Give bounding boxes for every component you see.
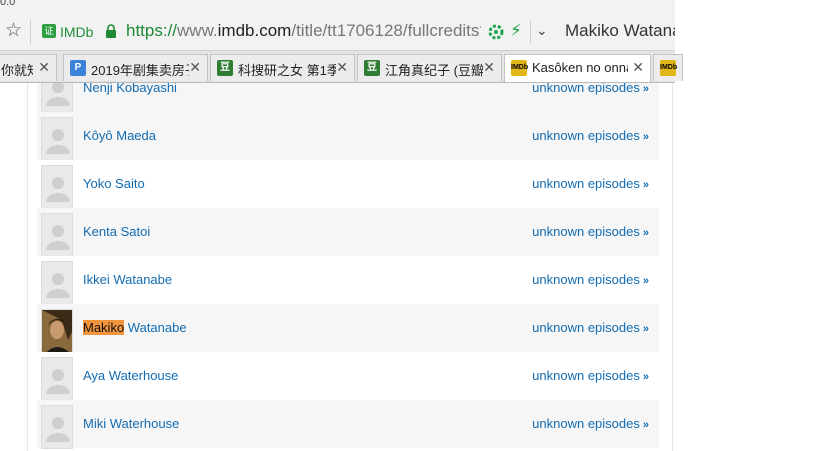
episodes-link[interactable]: unknown episodes» — [532, 224, 649, 239]
site-badge-icon: 证 — [42, 24, 56, 38]
episodes-link[interactable]: unknown episodes» — [532, 368, 649, 383]
cast-row: Yoko Saito unknown episodes» — [37, 160, 659, 209]
cast-name-link[interactable]: Miki Waterhouse — [83, 416, 179, 431]
avatar-placeholder-icon[interactable] — [41, 83, 73, 113]
tab-bar: 你就知 ✕ P 2019年剧集卖房子 ✕ 豆 科搜研之女 第1季 ✕ 豆 江角真… — [0, 51, 683, 83]
episodes-link[interactable]: unknown episodes» — [532, 416, 649, 431]
cast-row: Makiko Watanabe unknown episodes» — [37, 304, 659, 353]
episodes-link[interactable]: unknown episodes» — [532, 128, 649, 143]
tab-4[interactable]: 豆 江角真纪子 (豆瓣) ✕ — [357, 54, 502, 81]
episodes-text: unknown episodes — [532, 224, 640, 239]
close-icon[interactable]: ✕ — [336, 59, 348, 76]
cast-row: Kenta Satoi unknown episodes» — [37, 208, 659, 257]
search-highlight: Makiko — [83, 320, 125, 335]
close-icon[interactable]: ✕ — [38, 59, 50, 76]
cast-list: Nenji Kobayashi unknown episodes» Kôyô M… — [37, 83, 659, 449]
tab-title: 江角真纪子 (豆瓣) — [385, 63, 483, 78]
episodes-text: unknown episodes — [532, 368, 640, 383]
avatar-placeholder-icon[interactable] — [41, 213, 73, 257]
episodes-link[interactable]: unknown episodes» — [532, 320, 649, 335]
top-fragment-text: 0.0 — [0, 0, 16, 8]
episodes-text: unknown episodes — [532, 272, 640, 287]
avatar-placeholder-icon[interactable] — [41, 165, 73, 209]
cast-row: Aya Waterhouse unknown episodes» — [37, 352, 659, 401]
close-icon[interactable]: ✕ — [483, 59, 495, 76]
url-scheme: https:// — [126, 21, 178, 40]
bookmark-star-icon[interactable]: ☆ — [5, 21, 22, 41]
double-chevron-down-icon: » — [642, 227, 649, 239]
page-content: Nenji Kobayashi unknown episodes» Kôyô M… — [0, 83, 675, 451]
double-chevron-down-icon: » — [642, 275, 649, 287]
tab-1[interactable]: 你就知 ✕ — [0, 54, 57, 81]
episodes-text: unknown episodes — [532, 83, 640, 95]
toolbar-divider — [30, 20, 31, 44]
tab-title: Kasôken no onna — [532, 60, 628, 75]
episodes-link[interactable]: unknown episodes» — [532, 83, 649, 95]
address-bar[interactable]: ☆ 证 IMDb https://www.imdb.com/title/tt17… — [0, 14, 675, 51]
tab-5-active[interactable]: IMDb Kasôken no onna ✕ — [504, 54, 651, 82]
cast-name-link[interactable]: Kôyô Maeda — [83, 128, 156, 143]
tab-2[interactable]: P 2019年剧集卖房子 ✕ — [63, 54, 208, 81]
avatar-photo[interactable] — [41, 309, 73, 353]
double-chevron-down-icon: » — [642, 131, 649, 143]
site-name: IMDb — [60, 24, 94, 40]
episodes-text: unknown episodes — [532, 416, 640, 431]
tab-3[interactable]: 豆 科搜研之女 第1季 ✕ — [210, 54, 355, 81]
double-chevron-down-icon: » — [642, 83, 649, 95]
imdb-icon: IMDb — [660, 60, 677, 76]
cast-row: Ikkei Watanabe unknown episodes» — [37, 256, 659, 305]
cast-name-link[interactable]: Makiko Watanabe — [83, 320, 187, 335]
cast-name-link[interactable]: Yoko Saito — [83, 176, 145, 191]
episodes-text: unknown episodes — [532, 128, 640, 143]
lightning-icon[interactable]: ⚡ — [510, 22, 522, 40]
cast-row: Kôyô Maeda unknown episodes» — [37, 112, 659, 161]
episodes-link[interactable]: unknown episodes» — [532, 176, 649, 191]
avatar-placeholder-icon[interactable] — [41, 405, 73, 449]
tab-6[interactable]: IMDb — [653, 54, 683, 81]
close-icon[interactable]: ✕ — [632, 59, 644, 76]
tab-title: 你就知 — [1, 63, 33, 78]
window-top-strip: 0.0 — [0, 0, 675, 14]
avatar-placeholder-icon[interactable] — [41, 261, 73, 305]
tab-title: 科搜研之女 第1季 — [238, 63, 336, 78]
cast-row: Miki Waterhouse unknown episodes» — [37, 400, 659, 449]
episodes-link[interactable]: unknown episodes» — [532, 272, 649, 287]
double-chevron-down-icon: » — [642, 179, 649, 191]
cast-name-link[interactable]: Ikkei Watanabe — [83, 272, 172, 287]
url-host-prefix: www. — [177, 21, 218, 40]
cast-name-rest: Watanabe — [124, 320, 187, 335]
cast-name-link[interactable]: Kenta Satoi — [83, 224, 150, 239]
cast-name-link[interactable]: Nenji Kobayashi — [83, 83, 177, 95]
douban-icon: 豆 — [364, 60, 380, 76]
toolbar-divider — [530, 20, 531, 44]
double-chevron-down-icon: » — [642, 323, 649, 335]
url-field[interactable]: https://www.imdb.com/title/tt1706128/ful… — [126, 21, 481, 41]
close-icon[interactable]: ✕ — [189, 59, 201, 76]
avatar-placeholder-icon[interactable] — [41, 117, 73, 161]
lock-icon — [106, 24, 116, 38]
douban-icon: 豆 — [217, 60, 233, 76]
url-host: imdb.com — [217, 21, 292, 40]
extension-icon[interactable] — [488, 24, 504, 40]
p-icon: P — [70, 60, 86, 76]
url-path: /title/tt1706128/fullcredits?ref — [291, 21, 481, 40]
search-input[interactable]: Makiko Watanabe — [565, 21, 675, 41]
imdb-icon: IMDb — [511, 60, 528, 76]
tab-title: 2019年剧集卖房子 — [91, 63, 189, 78]
content-right-border — [672, 83, 673, 451]
episodes-text: unknown episodes — [532, 176, 640, 191]
avatar-placeholder-icon[interactable] — [41, 357, 73, 401]
double-chevron-down-icon: » — [642, 419, 649, 431]
episodes-text: unknown episodes — [532, 320, 640, 335]
chevron-down-icon[interactable]: ⌄ — [536, 22, 548, 39]
double-chevron-down-icon: » — [642, 371, 649, 383]
content-left-border — [27, 83, 28, 451]
cast-row: Nenji Kobayashi unknown episodes» — [37, 83, 659, 113]
cast-name-link[interactable]: Aya Waterhouse — [83, 368, 178, 383]
